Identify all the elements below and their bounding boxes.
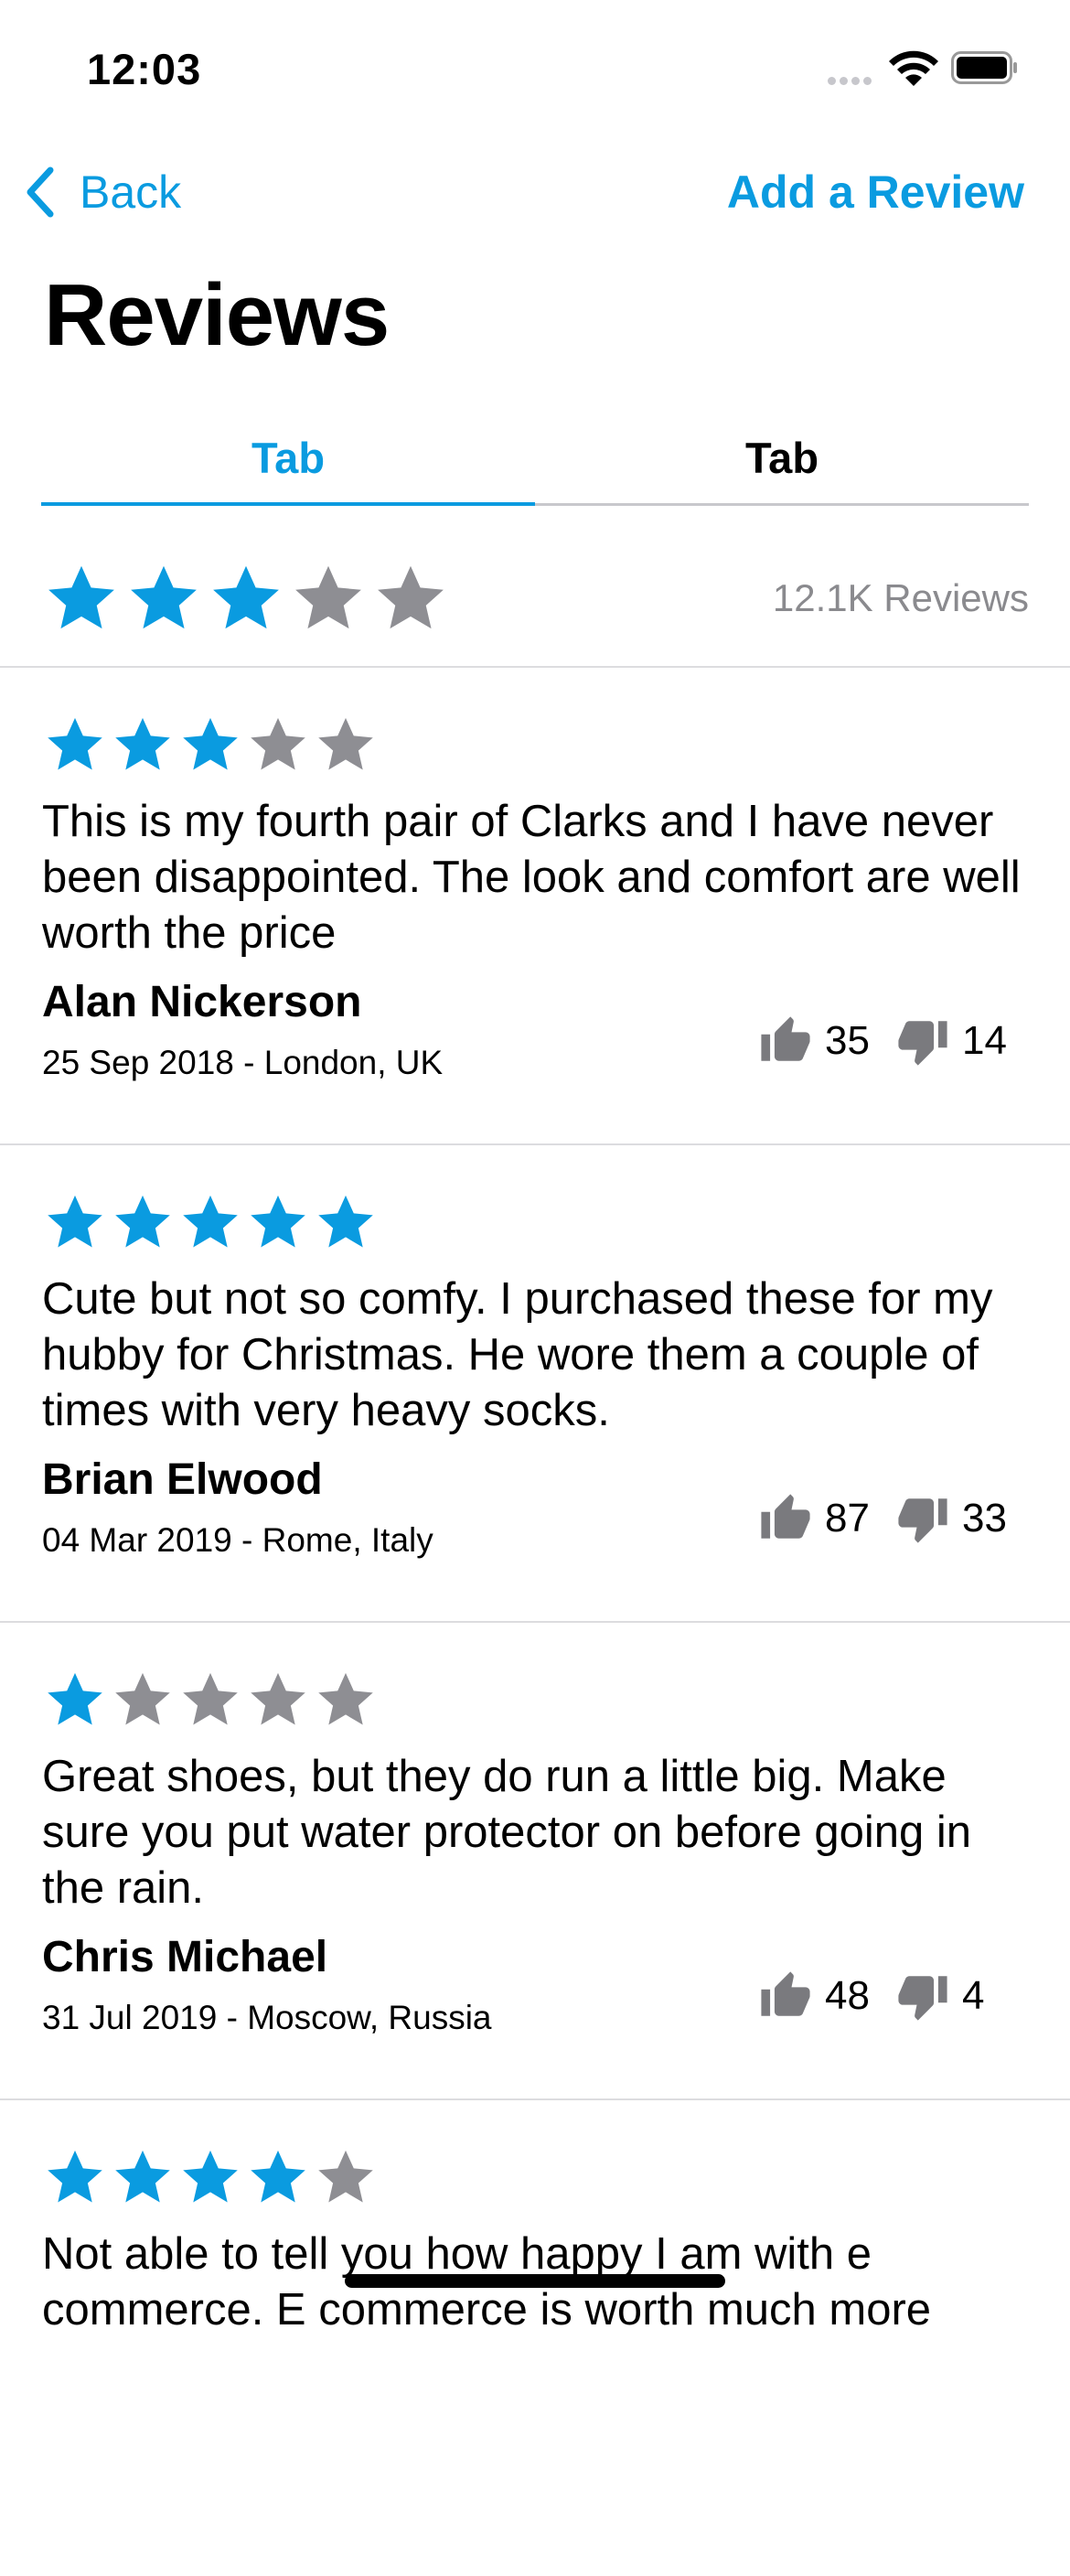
- chevron-left-icon: [27, 166, 54, 218]
- star-icon: [318, 2150, 373, 2203]
- star-icon: [378, 565, 444, 629]
- status-time: 12:03: [87, 45, 202, 93]
- review-item: Not able to tell you how happy I am with…: [0, 2098, 1070, 2576]
- star-icon: [115, 1672, 170, 1725]
- review-text: This is my fourth pair of Clarks and I h…: [42, 797, 1021, 958]
- dislike-button[interactable]: 14: [896, 1009, 1007, 1073]
- like-button[interactable]: 48: [759, 1964, 870, 2028]
- review-meta: 04 Mar 2019 - Rome, Italy: [42, 1521, 433, 1559]
- star-icon: [318, 1672, 373, 1725]
- dislike-button[interactable]: 4: [896, 1964, 984, 2028]
- review-stars: [44, 1191, 382, 1258]
- star-icon: [115, 2150, 170, 2203]
- battery-icon: [951, 51, 1017, 84]
- star-icon: [183, 1195, 238, 1248]
- rating-summary: 12.1K Reviews: [0, 549, 1070, 668]
- reviewer-name: Chris Michael: [42, 1933, 328, 1981]
- like-count: 48: [825, 1973, 870, 2018]
- summary-stars: [44, 561, 455, 640]
- star-icon: [183, 1672, 238, 1725]
- thumbs-up-icon: [761, 1494, 810, 1539]
- dislike-count: 4: [962, 1973, 985, 2018]
- star-icon: [183, 717, 238, 770]
- star-icon: [295, 565, 361, 629]
- like-count: 35: [825, 1018, 870, 1063]
- back-button[interactable]: Back: [23, 156, 181, 229]
- status-bar: 12:03: [0, 0, 1070, 137]
- review-text: Great shoes, but they do run a little bi…: [42, 1752, 972, 1913]
- star-icon: [48, 1672, 102, 1725]
- review-stars: [44, 1669, 382, 1735]
- dislike-count: 33: [962, 1496, 1007, 1540]
- thumbs-down-icon: [898, 1021, 947, 1066]
- tab-2[interactable]: Tab: [535, 412, 1029, 503]
- review-item: This is my fourth pair of Clarks and I h…: [0, 666, 1070, 1145]
- review-count: 12.1K Reviews: [772, 576, 1029, 619]
- star-icon: [251, 2150, 305, 2203]
- wifi-icon: [889, 50, 938, 86]
- dislike-count: 14: [962, 1018, 1007, 1063]
- review-item: Great shoes, but they do run a little bi…: [0, 1621, 1070, 2100]
- review-meta: 31 Jul 2019 - Moscow, Russia: [42, 1999, 492, 2036]
- star-icon: [318, 1195, 373, 1248]
- back-label: Back: [80, 166, 182, 218]
- navigation-bar: Back Add a Review: [0, 156, 1070, 229]
- like-count: 87: [825, 1496, 870, 1540]
- star-icon: [183, 2150, 238, 2203]
- review-meta: 25 Sep 2018 - London, UK: [42, 1044, 444, 1081]
- thumbs-down-icon: [898, 1976, 947, 2021]
- page-title: Reviews: [44, 266, 390, 364]
- review-text: Cute but not so comfy. I purchased these…: [42, 1274, 993, 1435]
- star-icon: [115, 1195, 170, 1248]
- dislike-button[interactable]: 33: [896, 1487, 1007, 1551]
- review-item: Cute but not so comfy. I purchased these…: [0, 1143, 1070, 1623]
- star-icon: [115, 717, 170, 770]
- star-icon: [318, 717, 373, 770]
- star-icon: [251, 1672, 305, 1725]
- home-indicator[interactable]: [345, 2274, 725, 2288]
- thumbs-down-icon: [898, 1498, 947, 1543]
- star-icon: [48, 565, 114, 629]
- tab-bar: Tab Tab: [41, 412, 1029, 506]
- review-stars: [44, 714, 382, 780]
- like-button[interactable]: 87: [759, 1487, 870, 1551]
- star-icon: [48, 1195, 102, 1248]
- tab-1[interactable]: Tab: [41, 412, 535, 506]
- reviewer-name: Alan Nickerson: [42, 978, 362, 1026]
- reviewer-name: Brian Elwood: [42, 1455, 323, 1504]
- thumbs-up-icon: [761, 1016, 810, 1061]
- star-icon: [48, 717, 102, 770]
- review-stars: [44, 2146, 382, 2213]
- star-icon: [251, 717, 305, 770]
- star-icon: [131, 565, 197, 629]
- thumbs-up-icon: [761, 1971, 810, 2016]
- star-icon: [251, 1195, 305, 1248]
- star-icon: [213, 565, 279, 629]
- add-review-button[interactable]: Add a Review: [727, 156, 1024, 229]
- like-button[interactable]: 35: [759, 1009, 870, 1073]
- star-icon: [48, 2150, 102, 2203]
- signal-icon: [828, 73, 875, 90]
